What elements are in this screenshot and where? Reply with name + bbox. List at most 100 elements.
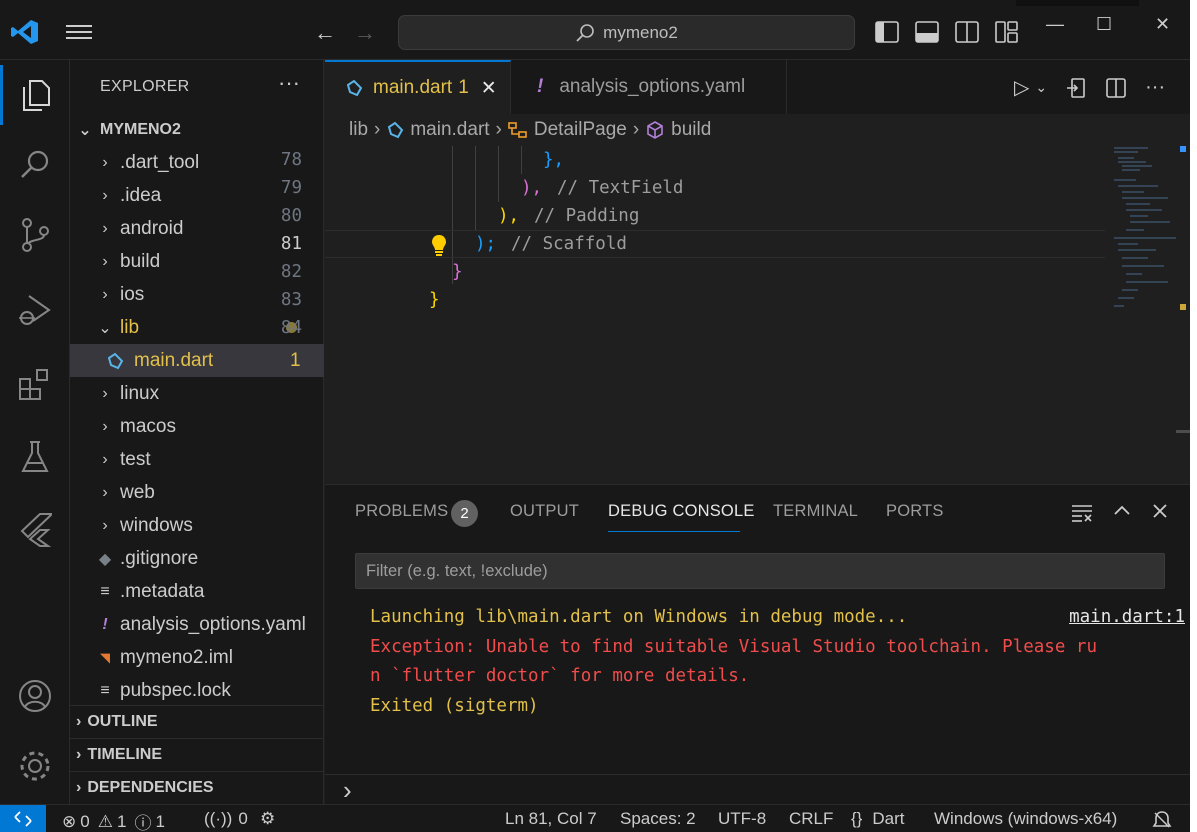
search-icon[interactable] — [0, 135, 70, 195]
section-outline[interactable]: › OUTLINE — [70, 705, 324, 738]
split-editor-icon[interactable] — [1105, 77, 1127, 99]
accounts-icon[interactable] — [0, 666, 70, 726]
tab-terminal[interactable]: TERMINAL — [773, 502, 858, 521]
encoding-status[interactable]: UTF-8 — [718, 809, 766, 829]
notifications-bell-icon[interactable] — [1152, 810, 1172, 830]
console-text: Launching lib\main.dart on Windows in de… — [370, 607, 908, 627]
menu-icon[interactable] — [66, 22, 92, 42]
code-text: } — [452, 262, 463, 282]
command-center-search[interactable]: mymeno2 — [398, 15, 855, 50]
debug-bug-icon[interactable]: ⚙ — [260, 809, 275, 829]
maximize-icon[interactable]: ☐ — [1096, 14, 1112, 35]
extensions-icon[interactable] — [0, 355, 70, 415]
code-line: 82 } — [281, 258, 1105, 286]
braces-icon: {} — [851, 809, 863, 828]
more-actions-icon[interactable]: ··· — [1145, 76, 1165, 99]
code-line: 83 } — [281, 286, 1105, 314]
clear-console-icon[interactable] — [1071, 503, 1093, 523]
open-changes-icon[interactable] — [1065, 77, 1087, 99]
breadcrumb-file[interactable]: main.dart — [410, 119, 489, 141]
customize-layout-icon[interactable] — [994, 20, 1020, 44]
eol-status[interactable]: CRLF — [789, 809, 833, 829]
yaml-file-icon: ! — [537, 76, 544, 97]
problems-status[interactable]: ⊗ 0 ⚠ 1 ⓘ 1 — [62, 809, 165, 832]
language-mode[interactable]: {} Dart — [851, 809, 904, 829]
dart-file-icon — [346, 79, 363, 97]
back-arrow-icon[interactable]: ← — [314, 20, 336, 46]
tree-item-test[interactable]: › test — [70, 443, 324, 476]
cursor-position[interactable]: Ln 81, Col 7 — [505, 809, 597, 829]
testing-icon[interactable] — [0, 427, 70, 487]
flutter-icon[interactable] — [0, 500, 70, 560]
editor-scrollbar[interactable] — [1176, 146, 1190, 484]
forward-arrow-icon[interactable]: → — [354, 20, 376, 46]
code-editor[interactable]: 78 }, 79 ), // TextField 80 ), // Paddin… — [281, 146, 1190, 484]
tree-item-label: ios — [120, 283, 145, 305]
explorer-sidebar: EXPLORER ··· ⌄ MYMENO2 › .dart_tool › .i… — [70, 60, 324, 804]
close-panel-icon[interactable] — [1152, 503, 1168, 519]
console-input[interactable]: › — [325, 774, 1190, 805]
scroll-marker — [1180, 146, 1186, 152]
section-dependencies[interactable]: › DEPENDENCIES — [70, 771, 324, 804]
explorer-icon[interactable] — [0, 65, 70, 125]
problem-count-badge: 1 — [290, 349, 301, 371]
breadcrumb-class[interactable]: DetailPage — [534, 119, 627, 141]
tree-item-iml[interactable]: ◥ mymeno2.iml — [70, 641, 324, 674]
chevron-right-icon: › — [632, 119, 640, 140]
toggle-secondary-sidebar-icon[interactable] — [954, 20, 980, 44]
settings-gear-icon[interactable] — [0, 736, 70, 796]
close-window-icon[interactable]: ✕ — [1155, 14, 1170, 35]
tree-item-metadata[interactable]: ≡ .metadata — [70, 575, 324, 608]
tree-item-windows[interactable]: › windows — [70, 509, 324, 542]
console-filter-input[interactable]: Filter (e.g. text, !exclude) — [355, 553, 1165, 589]
problems-count-badge: 2 — [451, 500, 478, 527]
toggle-primary-sidebar-icon[interactable] — [874, 20, 900, 44]
minimap[interactable] — [1108, 146, 1178, 316]
tree-item-main-dart[interactable]: main.dart 1 — [70, 344, 324, 377]
minimize-icon[interactable]: — — [1046, 14, 1064, 35]
tree-item-analysis-options[interactable]: ! analysis_options.yaml — [70, 608, 324, 641]
source-link[interactable]: main.dart:1 — [1069, 603, 1185, 633]
tab-debug-console[interactable]: DEBUG CONSOLE — [608, 502, 755, 521]
chevron-right-icon: › — [76, 779, 82, 796]
breadcrumb-method[interactable]: build — [671, 119, 711, 141]
console-line: Launching lib\main.dart on Windows in de… — [370, 603, 1185, 633]
code-line-current: 81 ); // Scaffold — [281, 230, 1105, 258]
remote-icon — [14, 811, 32, 827]
prompt-chevron-icon: › — [343, 775, 352, 805]
tree-item-macos[interactable]: › macos — [70, 410, 324, 443]
remote-indicator[interactable] — [0, 805, 46, 832]
tab-problem-count: 1 — [458, 77, 469, 98]
lightbulb-icon[interactable] — [430, 234, 448, 256]
toggle-panel-icon[interactable] — [914, 20, 940, 44]
device-status[interactable]: Windows (windows-x64) — [934, 809, 1117, 829]
tab-analysis-options[interactable]: ! analysis_options.yaml — [511, 60, 787, 114]
desktop-background-strip — [1190, 0, 1197, 832]
close-tab-icon[interactable]: ✕ — [481, 77, 497, 100]
source-control-icon[interactable] — [0, 205, 70, 265]
chevron-down-icon: ⌄ — [98, 319, 112, 337]
scroll-thumb[interactable] — [1176, 430, 1190, 433]
run-debug-icon[interactable] — [0, 280, 70, 340]
ports-status[interactable]: ((·)) 0 — [204, 809, 248, 829]
breadcrumb-folder[interactable]: lib — [349, 119, 368, 141]
run-icon[interactable]: ▷ — [1014, 75, 1029, 100]
tree-item-linux[interactable]: › linux — [70, 377, 324, 410]
section-timeline[interactable]: › TIMELINE — [70, 738, 324, 771]
tree-item-web[interactable]: › web — [70, 476, 324, 509]
line-number: 78 — [280, 150, 302, 170]
vscode-logo-icon[interactable] — [10, 18, 40, 46]
more-actions-icon[interactable]: ··· — [278, 70, 300, 96]
tab-main-dart[interactable]: main.dart 1 ✕ — [325, 60, 511, 114]
tab-output[interactable]: OUTPUT — [510, 502, 579, 521]
indentation-status[interactable]: Spaces: 2 — [620, 809, 696, 829]
maximize-panel-icon[interactable] — [1113, 503, 1131, 517]
chevron-down-icon[interactable]: ⌄ — [1035, 79, 1047, 96]
chevron-right-icon: › — [102, 516, 108, 534]
root-folder-label: MYMENO2 — [100, 120, 181, 138]
tab-ports[interactable]: PORTS — [886, 502, 944, 521]
tree-item-gitignore[interactable]: ◆ .gitignore — [70, 542, 324, 575]
tab-problems[interactable]: PROBLEMS — [355, 502, 448, 521]
explorer-root-folder[interactable]: ⌄ MYMENO2 — [70, 113, 324, 146]
tree-item-pubspec-lock[interactable]: ≡ pubspec.lock — [70, 674, 324, 707]
